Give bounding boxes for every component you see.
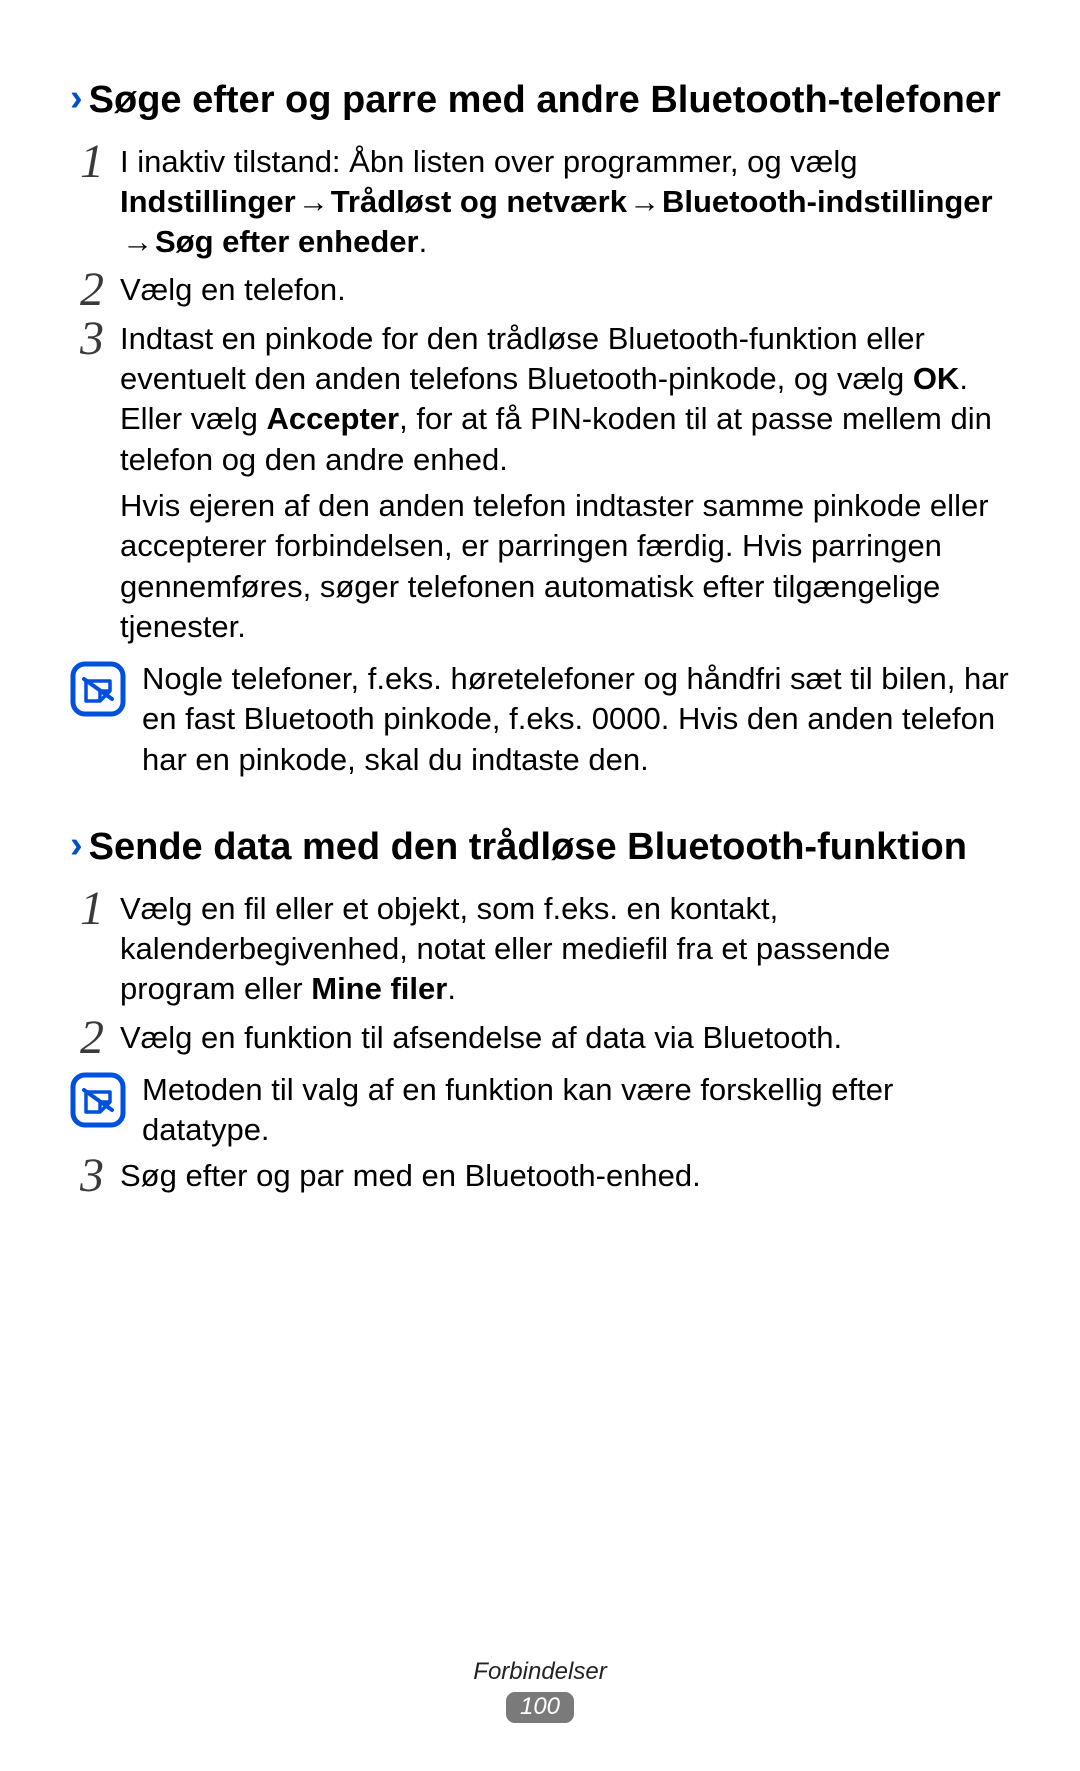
step-text: Indtast en pinkode for den trådløse Blue… xyxy=(120,321,925,396)
page-content: › Søge efter og parre med andre Bluetoot… xyxy=(0,0,1080,1265)
note-icon xyxy=(70,1072,126,1128)
step-text: . xyxy=(447,971,456,1006)
step-number: 3 xyxy=(70,1152,114,1200)
step-bold: Trådløst og netværk xyxy=(331,184,627,219)
step-2: 2 Vælg en telefon. xyxy=(70,270,1010,316)
step-bold: Indstillinger xyxy=(120,184,296,219)
step-number: 1 xyxy=(70,138,114,186)
note-block: Nogle telefoner, f.eks. høretelefoner og… xyxy=(70,659,1010,780)
step-text: . xyxy=(419,224,428,259)
step-bold: Bluetooth-indstillinger xyxy=(662,184,993,219)
footer-section-name: Forbindelser xyxy=(0,1658,1080,1686)
note-text: Metoden til valg af en funktion kan være… xyxy=(142,1070,1010,1151)
step-text: Hvis ejeren af den anden telefon indtast… xyxy=(120,486,1010,647)
step-bold: Mine filer xyxy=(311,971,447,1006)
step-number: 2 xyxy=(70,266,114,314)
step-text: Søg efter og par med en Bluetooth-enhed. xyxy=(120,1156,1010,1196)
step-body: Vælg en telefon. xyxy=(114,270,1010,316)
heading-text: Søge efter og parre med andre Bluetooth-… xyxy=(89,78,1001,124)
arrow-icon: → xyxy=(296,182,331,222)
step-number: 3 xyxy=(70,315,114,363)
step-3: 3 Indtast en pinkode for den trådløse Bl… xyxy=(70,319,1010,653)
section-heading-pairing: › Søge efter og parre med andre Bluetoot… xyxy=(70,78,1010,124)
step-number: 1 xyxy=(70,885,114,933)
step-text: Vælg en funktion til afsendelse af data … xyxy=(120,1018,1010,1058)
note-icon xyxy=(70,661,126,717)
chevron-icon: › xyxy=(70,826,83,866)
arrow-icon: → xyxy=(120,222,155,262)
step-2: 2 Vælg en funktion til afsendelse af dat… xyxy=(70,1018,1010,1064)
section-heading-send: › Sende data med den trådløse Bluetooth-… xyxy=(70,825,1010,871)
arrow-icon: → xyxy=(627,182,662,222)
step-1: 1 Vælg en fil eller et objekt, som f.eks… xyxy=(70,889,1010,1016)
step-bold: Accepter xyxy=(266,401,399,436)
step-body: Søg efter og par med en Bluetooth-enhed. xyxy=(114,1156,1010,1202)
step-3: 3 Søg efter og par med en Bluetooth-enhe… xyxy=(70,1156,1010,1202)
step-text: Vælg en fil eller et objekt, som f.eks. … xyxy=(120,891,890,1007)
note-block: Metoden til valg af en funktion kan være… xyxy=(70,1070,1010,1151)
step-body: Vælg en fil eller et objekt, som f.eks. … xyxy=(114,889,1010,1016)
step-bold: Søg efter enheder xyxy=(155,224,419,259)
chevron-icon: › xyxy=(70,79,83,119)
step-number: 2 xyxy=(70,1014,114,1062)
step-1: 1 I inaktiv tilstand: Åbn listen over pr… xyxy=(70,142,1010,269)
step-body: Indtast en pinkode for den trådløse Blue… xyxy=(114,319,1010,653)
step-body: I inaktiv tilstand: Åbn listen over prog… xyxy=(114,142,1010,269)
step-bold: OK xyxy=(913,361,960,396)
step-body: Vælg en funktion til afsendelse af data … xyxy=(114,1018,1010,1064)
note-text: Nogle telefoner, f.eks. høretelefoner og… xyxy=(142,659,1010,780)
heading-text: Sende data med den trådløse Bluetooth-fu… xyxy=(89,825,967,871)
step-text: I inaktiv tilstand: Åbn listen over prog… xyxy=(120,144,857,179)
page-footer: Forbindelser 100 xyxy=(0,1658,1080,1723)
step-text: Vælg en telefon. xyxy=(120,270,1010,310)
page-number-badge: 100 xyxy=(506,1692,574,1723)
